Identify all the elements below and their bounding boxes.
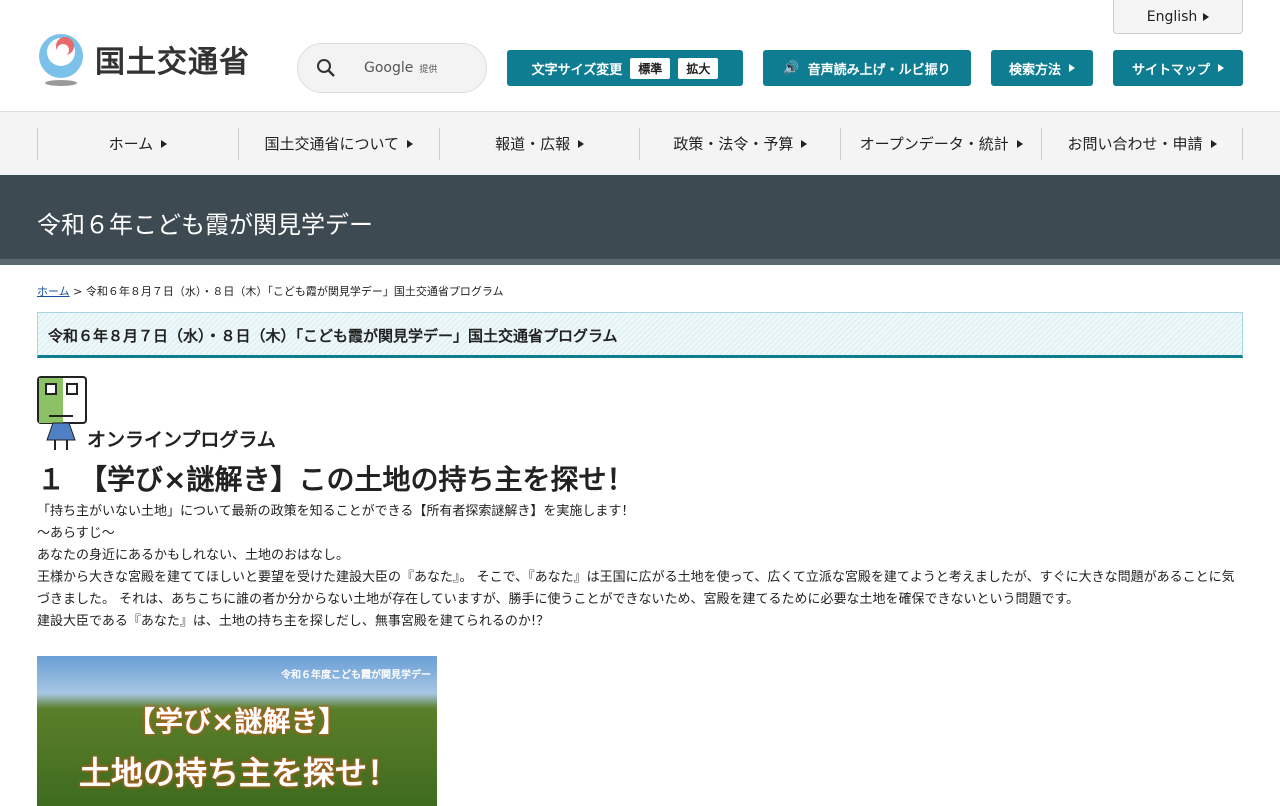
speaker-icon: 🔊: [783, 60, 800, 76]
image-caption: 令和６年度こども霞が関見学デー: [281, 670, 431, 681]
arrow-right-icon: [1210, 139, 1217, 148]
font-size-control: 文字サイズ変更 標準 拡大: [507, 50, 743, 86]
breadcrumb-home-link[interactable]: ホーム: [37, 285, 70, 298]
program-title: １ 【学び×謎解き】この土地の持ち主を探せ！: [37, 463, 635, 496]
section-heading: オンラインプログラム: [87, 429, 276, 451]
arrow-right-icon: [1016, 139, 1023, 148]
nav-contact[interactable]: お問い合わせ・申請: [1041, 127, 1243, 160]
sitemap-button[interactable]: サイトマップ: [1113, 50, 1243, 86]
search-placeholder: Google 提供: [364, 60, 438, 76]
paragraph: あなたの身近にあるかもしれない、土地のおはなし。: [37, 548, 350, 563]
image-title-line2: 土地の持ち主を探せ！: [79, 754, 400, 792]
paragraph: ～あらすじ～: [37, 526, 115, 541]
nav-about[interactable]: 国土交通省について: [237, 127, 439, 160]
search-method-button[interactable]: 検索方法: [991, 50, 1093, 86]
image-title-line1: 【学び×謎解き】: [127, 705, 347, 738]
font-standard-button[interactable]: 標準: [630, 57, 671, 79]
breadcrumb-separator: >: [69, 285, 86, 298]
arrow-right-icon: [407, 139, 414, 148]
read-aloud-button[interactable]: 🔊 音声読み上げ・ルビ振り: [763, 50, 971, 86]
mascot-icon: [37, 376, 87, 450]
logo[interactable]: 国土交通省: [37, 32, 250, 86]
english-label: English: [1146, 8, 1198, 25]
nav-press[interactable]: 報道・広報: [438, 127, 640, 160]
arrow-right-icon: [801, 139, 808, 148]
read-aloud-label: 音声読み上げ・ルビ振り: [807, 62, 951, 78]
program-image: 令和６年度こども霞が関見学デー 【学び×謎解き】 土地の持ち主を探せ！: [37, 656, 437, 806]
breadcrumb-current: 令和６年８月７日（水）・８日（木）「こども霞が関見学デー」国土交通省プログラム: [85, 285, 504, 298]
arrow-right-icon: [578, 139, 585, 148]
paragraph: 王様から大きな宮殿を建ててほしいと要望を受けた建設大臣の『あなた』。 そこで、『…: [37, 570, 1235, 607]
mlit-logo-icon: [39, 34, 83, 86]
global-nav: ホーム 国土交通省について 報道・広報 政策・法令・予算 オープンデータ・統計 …: [0, 111, 1280, 175]
program-description: 「持ち主がいない土地」について最新の政策を知ることができる【所有者探索謎解き】を…: [37, 501, 1247, 633]
page-title: 令和６年８月７日（水）・８日（木）「こども霞が関見学デー」国土交通省プログラム: [37, 312, 1243, 358]
search-box[interactable]: Google 提供: [297, 43, 487, 93]
nav-opendata[interactable]: オープンデータ・統計: [840, 127, 1041, 160]
paragraph: 建設大臣である『あなた』は、土地の持ち主を探しだし、無事宮殿を建てられるのか!？: [37, 614, 550, 629]
page-banner: 令和６年こども霞が関見学デー: [0, 175, 1280, 265]
arrow-right-icon: [1218, 64, 1224, 72]
nav-policy[interactable]: 政策・法令・予算: [639, 127, 840, 160]
font-large-button[interactable]: 拡大: [678, 57, 719, 79]
paragraph: 「持ち主がいない土地」について最新の政策を知ることができる【所有者探索謎解き】を…: [37, 504, 635, 519]
english-link[interactable]: English: [1113, 0, 1243, 34]
logo-text: 国土交通省: [95, 45, 250, 80]
nav-home[interactable]: ホーム: [37, 127, 238, 160]
sitemap-label: サイトマップ: [1131, 62, 1210, 78]
font-size-label: 文字サイズ変更: [531, 62, 623, 78]
arrow-right-icon: [1203, 12, 1210, 21]
breadcrumb: ホーム > 令和６年８月７日（水）・８日（木）「こども霞が関見学デー」国土交通省…: [37, 283, 504, 299]
arrow-right-icon: [161, 139, 168, 148]
arrow-right-icon: [1069, 64, 1075, 72]
search-method-label: 検索方法: [1008, 62, 1061, 78]
search-icon: [317, 59, 335, 77]
